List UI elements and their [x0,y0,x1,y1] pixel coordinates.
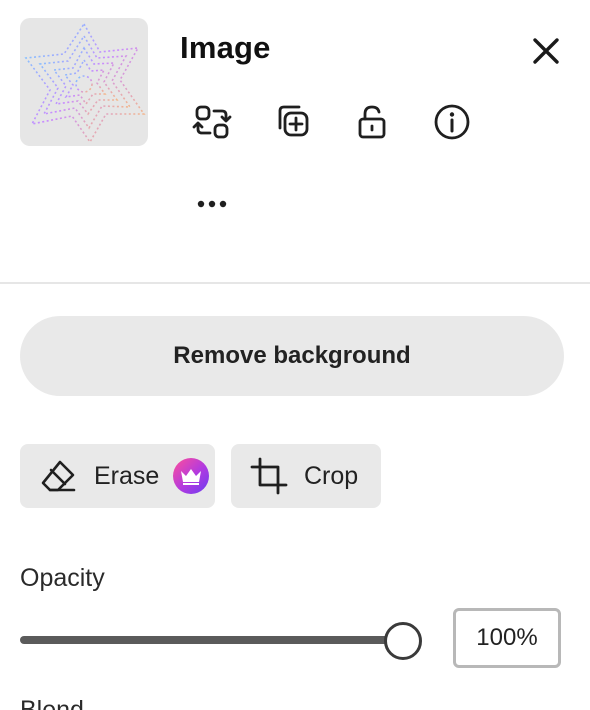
opacity-slider-track[interactable] [20,636,402,644]
close-icon [533,38,559,64]
section-divider [0,282,590,284]
info-icon [434,104,470,140]
crown-icon [181,469,202,485]
more-icon [197,200,227,208]
opacity-label: Opacity [20,564,105,592]
blend-label: Blend [20,696,84,710]
duplicate-icon [278,105,309,137]
remove-background-button[interactable]: Remove background [20,316,564,396]
unlock-icon [358,105,386,139]
opacity-slider[interactable] [20,620,422,660]
replace-button[interactable] [190,100,234,144]
panel-title: Image [180,30,271,65]
more-options-button[interactable] [190,180,234,224]
opacity-slider-handle[interactable] [384,622,422,660]
layer-thumbnail[interactable] [20,18,148,146]
erase-label: Erase [94,461,160,490]
crop-button[interactable]: Crop [231,444,381,508]
opacity-value-field[interactable]: 100% [453,608,561,668]
lock-toggle-button[interactable] [350,100,394,144]
blend-label-text: Blend [20,696,84,710]
remove-background-label: Remove background [173,342,411,369]
thumbnail-image [24,22,146,144]
premium-badge [173,458,210,494]
replace-icon [192,105,232,139]
eraser-icon [41,460,76,492]
image-properties-panel: Image Remove background Erase Crop Opaci… [0,0,590,710]
close-button[interactable] [524,29,568,73]
crop-icon [250,457,288,495]
crop-label: Crop [304,461,359,490]
duplicate-button[interactable] [270,100,314,144]
erase-button[interactable]: Erase [20,444,215,508]
info-button[interactable] [430,100,474,144]
